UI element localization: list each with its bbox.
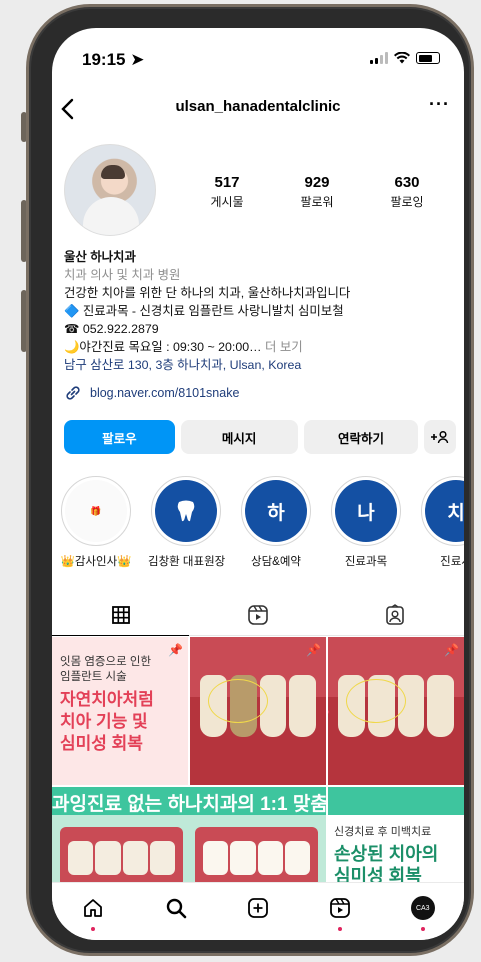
link-icon [66, 386, 80, 400]
signal-icon [370, 52, 388, 64]
profile-avatar-small: CA3 [410, 896, 435, 920]
profile-tabs [52, 594, 464, 636]
posts-count[interactable]: 517 게시물 [210, 174, 243, 210]
add-person-icon [431, 430, 449, 444]
contact-button[interactable]: 연락하기 [303, 420, 419, 454]
battery-icon [416, 52, 440, 64]
highlight-item[interactable]: 나 진료과목 [328, 476, 404, 576]
post-thumbnail[interactable]: 📌 잇몸 염증으로 인한 임플란트 시술 자연치아처럼 치아 기능 및 심미성 … [52, 637, 188, 785]
bio-line: 🔷 진료과목 - 신경치료 임플란트 사랑니발치 심미보철 [64, 304, 344, 318]
more-options-icon[interactable]: ··· [429, 94, 450, 115]
story-highlights: 🎁 👑감사인사👑 김창환 대표원장 하 상담&예약 나 진료과목 치 진료시 [58, 476, 464, 576]
tab-tagged[interactable] [327, 594, 464, 635]
highlight-item[interactable]: 치 진료시 [418, 476, 464, 576]
nav-profile[interactable]: CA3 [403, 893, 443, 931]
nav-reels[interactable] [320, 893, 360, 931]
profile-actions: 팔로우 메시지 연락하기 [64, 420, 456, 454]
post-thumbnail[interactable]: 신경치료 후 미백치료 손상된 치아의 심미성 회복 [328, 787, 464, 887]
bio-phone: ☎ 052.922.2879 [64, 322, 159, 336]
search-icon [166, 898, 186, 919]
highlight-item[interactable]: 하 상담&예약 [238, 476, 314, 576]
following-count[interactable]: 630 팔로잉 [390, 174, 423, 210]
status-bar: 19:15 ➤ [52, 28, 464, 90]
add-post-icon [248, 898, 268, 918]
location-icon: ➤ [130, 50, 145, 69]
arrow-icon: › [328, 701, 330, 722]
tab-posts-grid[interactable] [52, 594, 190, 636]
profile-bio: 울산 하나치과 치과 의사 및 치과 병원 건강한 치아를 위한 단 하나의 치… [64, 248, 454, 374]
reels-icon [248, 604, 268, 625]
gift-icon: 🎁 [65, 480, 127, 542]
external-link[interactable]: blog.naver.com/8101snake [64, 384, 239, 402]
pin-icon: 📌 [306, 643, 321, 657]
profile-stats: 517 게시물 929 팔로워 630 팔로잉 [182, 174, 452, 210]
bio-name: 울산 하나치과 [64, 250, 136, 264]
status-time: 19:15 ➤ [82, 50, 145, 69]
bio-category: 치과 의사 및 치과 병원 [64, 268, 181, 282]
post-thumbnail[interactable]: 📌 [190, 637, 326, 785]
follow-button[interactable]: 팔로우 [64, 420, 175, 454]
post-thumbnail[interactable]: 과잉진료 없는 하나치과의 1:1 맞춤 진료 [52, 787, 326, 887]
post-thumbnail[interactable]: › 📌 [328, 637, 464, 785]
home-icon [84, 899, 103, 917]
wifi-icon [394, 52, 410, 64]
profile-avatar[interactable] [64, 144, 156, 236]
suggested-people-button[interactable] [424, 420, 456, 454]
tab-reels[interactable] [189, 594, 326, 635]
tooth-icon [155, 480, 217, 542]
bio-more-link[interactable]: 더 보기 [265, 340, 303, 354]
grid-icon [111, 605, 130, 624]
tagged-icon [386, 603, 405, 625]
pin-icon: 📌 [168, 643, 183, 657]
profile-header: ulsan_hanadentalclinic ··· [52, 94, 464, 124]
highlight-item[interactable]: 김창환 대표원장 [148, 476, 225, 576]
bio-address[interactable]: 남구 삼산로 130, 3층 하나치과, Ulsan, Korea [64, 356, 454, 374]
nav-create[interactable] [238, 893, 278, 923]
bottom-navigation: CA3 [52, 882, 464, 940]
reels-icon [330, 898, 351, 918]
followers-count[interactable]: 929 팔로워 [300, 174, 333, 210]
screen: 19:15 ➤ ulsan_hanadentalclinic ··· 517 게시… [52, 28, 464, 940]
posts-grid: 📌 잇몸 염증으로 인한 임플란트 시술 자연치아처럼 치아 기능 및 심미성 … [52, 637, 464, 887]
pin-icon: 📌 [444, 643, 459, 657]
bio-hours: 🌙야간진료 목요일 : 09:30 ~ 20:00… 더 보기 [64, 340, 303, 354]
profile-username: ulsan_hanadentalclinic [175, 98, 341, 115]
nav-home[interactable] [73, 893, 113, 931]
bio-line: 건강한 치아를 위한 단 하나의 치과, 울산하나치과입니다 [64, 286, 351, 300]
message-button[interactable]: 메시지 [180, 420, 298, 454]
highlight-item[interactable]: 🎁 👑감사인사👑 [58, 476, 134, 576]
nav-search[interactable] [156, 893, 196, 923]
